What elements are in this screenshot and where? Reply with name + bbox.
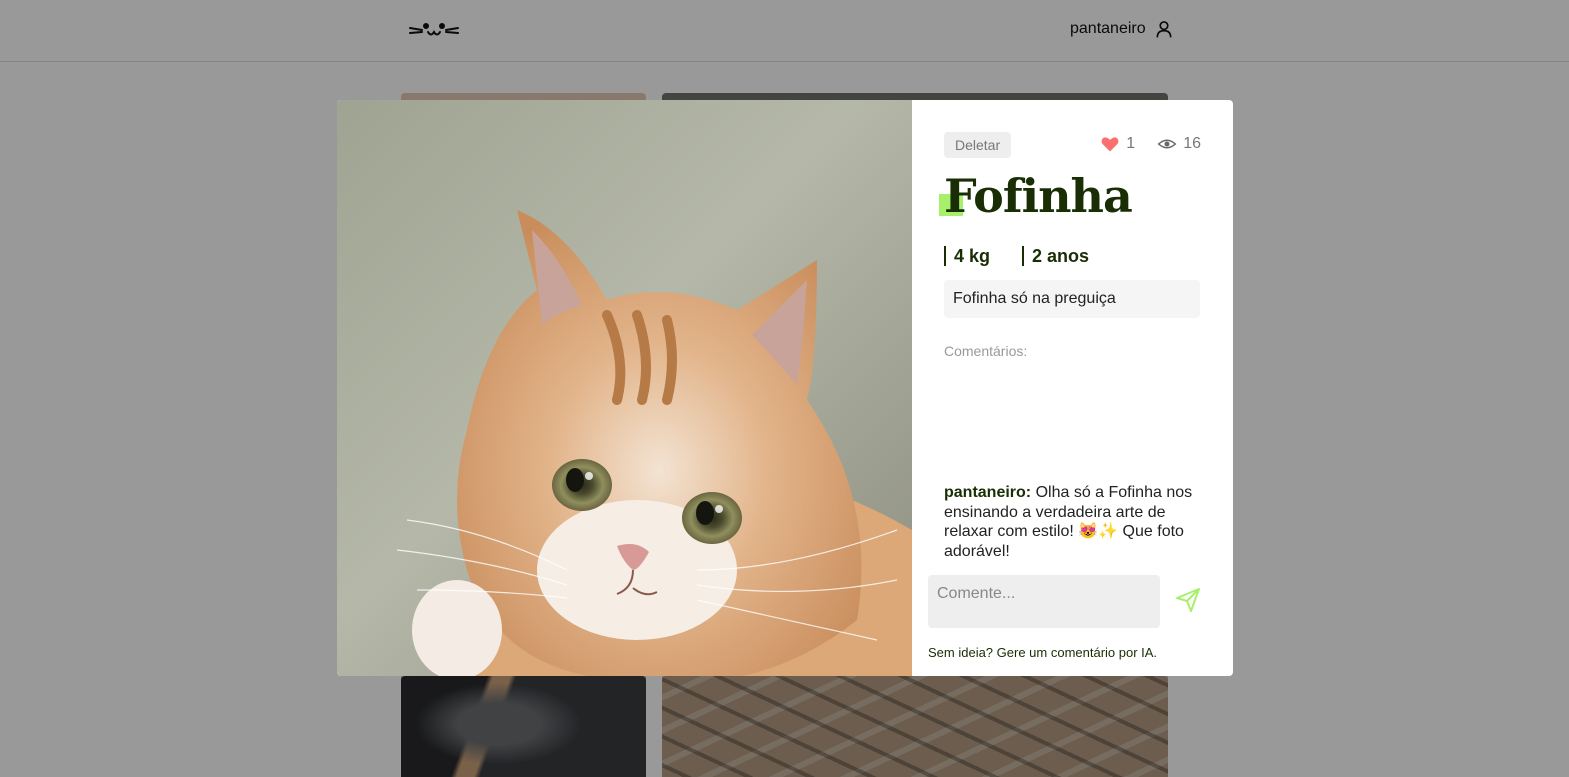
cat-illustration — [396, 210, 912, 676]
views-count: 16 — [1183, 135, 1201, 152]
send-button[interactable] — [1174, 586, 1202, 614]
comments-label: Comentários: — [944, 343, 1028, 359]
description: Fofinha só na preguiça — [944, 280, 1200, 318]
photo-stats: 1 16 — [1100, 134, 1201, 154]
likes-count: 1 — [1126, 135, 1136, 152]
comment-item: pantaneiro: Olha só a Fofinha nos ensina… — [944, 483, 1214, 561]
weight-value: 4 kg — [944, 246, 990, 266]
delete-button[interactable]: Deletar — [944, 132, 1012, 158]
likes-stat[interactable]: 1 — [1100, 134, 1135, 154]
page-title: Fofinha — [944, 169, 1133, 223]
ai-comment-link[interactable]: Sem ideia? Gere um comentário por IA. — [928, 645, 1157, 660]
heart-icon — [1101, 137, 1119, 152]
cat-photo — [337, 100, 912, 676]
comment-input[interactable] — [928, 575, 1160, 628]
send-icon — [1176, 588, 1200, 612]
title-block: Fofinha — [939, 168, 1133, 224]
eye-icon — [1157, 139, 1177, 149]
views-stat: 16 — [1157, 134, 1201, 154]
pet-measures: 4 kg 2 anos — [944, 246, 1089, 266]
photo-details: Deletar 1 16 Fofinha 4 kg 2 anos Fofinha… — [912, 100, 1233, 676]
comment-author[interactable]: pantaneiro: — [944, 484, 1031, 501]
photo-modal: Deletar 1 16 Fofinha 4 kg 2 anos Fofinha… — [337, 100, 1233, 676]
age-value: 2 anos — [1022, 246, 1089, 266]
